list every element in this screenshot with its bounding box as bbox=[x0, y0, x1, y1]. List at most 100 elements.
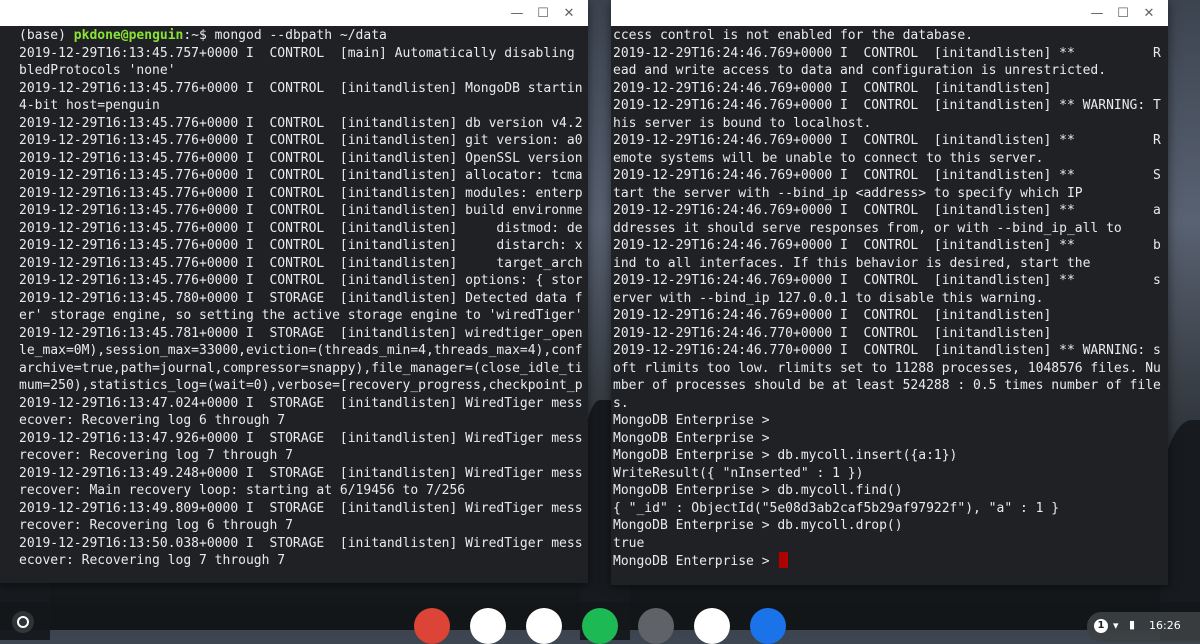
shell-prompt-line: MongoDB Enterprise > db.mycoll.find() bbox=[613, 482, 1168, 500]
terminal-window-left[interactable]: — ☐ ✕ (base) pkdone@penguin:~$ mongod --… bbox=[0, 0, 588, 583]
close-icon[interactable]: ✕ bbox=[556, 0, 582, 26]
line-text: s. bbox=[613, 395, 629, 411]
shell-prompt-line: MongoDB Enterprise > db.mycoll.drop() bbox=[613, 517, 1168, 535]
log-line: recover: Recovering log 6 through 7 bbox=[19, 518, 293, 533]
line-text: 2019-12-29T16:24:46.770+0000 I CONTROL [… bbox=[613, 325, 1052, 341]
log-line: 2019-12-29T16:13:45.776+0000 I CONTROL [… bbox=[19, 203, 583, 218]
terminal-output[interactable]: (base) pkdone@penguin:~$ mongod --dbpath… bbox=[0, 26, 588, 583]
line-text: MongoDB Enterprise > bbox=[613, 554, 778, 569]
log-line: 2019-12-29T16:13:50.038+0000 I STORAGE [… bbox=[19, 535, 583, 551]
log-line: { "_id" : ObjectId("5e08d3ab2caf5b29af97… bbox=[613, 500, 1168, 518]
log-line: 2019-12-29T16:24:46.769+0000 I CONTROL [… bbox=[613, 45, 1168, 63]
window-titlebar[interactable]: — ☐ ✕ bbox=[611, 0, 1168, 26]
log-line: mber of processes should be at least 524… bbox=[613, 377, 1168, 395]
log-line: 2019-12-29T16:24:46.770+0000 I CONTROL [… bbox=[613, 325, 1168, 343]
log-line: erver with --bind_ip 127.0.0.1 to disabl… bbox=[613, 290, 1168, 308]
close-icon[interactable]: ✕ bbox=[1136, 0, 1162, 26]
line-text: MongoDB Enterprise > bbox=[613, 430, 770, 446]
log-line: 2019-12-29T16:24:46.770+0000 I CONTROL [… bbox=[613, 342, 1168, 360]
keep-icon[interactable] bbox=[694, 608, 730, 644]
line-text: true bbox=[613, 535, 645, 551]
terminal-output[interactable]: ccess control is not enabled for the dat… bbox=[611, 26, 1168, 585]
log-line: 2019-12-29T16:13:45.757+0000 I CONTROL [… bbox=[19, 45, 575, 61]
prompt-user: pkdone@penguin bbox=[73, 28, 184, 43]
line-text: erver with --bind_ip 127.0.0.1 to disabl… bbox=[613, 290, 1044, 306]
shell-prompt-line: MongoDB Enterprise > bbox=[613, 412, 1168, 430]
log-line: 2019-12-29T16:13:45.776+0000 I CONTROL [… bbox=[19, 255, 583, 271]
log-line: oft rlimits too low. rlimits set to 1128… bbox=[613, 360, 1168, 378]
line-text: tart the server with --bind_ip <address>… bbox=[613, 185, 1083, 201]
line-text: 2019-12-29T16:24:46.769+0000 I CONTROL [… bbox=[613, 203, 1161, 218]
log-line: 2019-12-29T16:24:46.769+0000 I CONTROL [… bbox=[613, 167, 1168, 185]
log-line: 2019-12-29T16:24:46.769+0000 I CONTROL [… bbox=[613, 97, 1168, 115]
chrome-icon[interactable] bbox=[414, 608, 450, 644]
log-line: 2019-12-29T16:13:45.776+0000 I CONTROL [… bbox=[19, 133, 583, 148]
log-line: 2019-12-29T16:13:45.776+0000 I CONTROL [… bbox=[19, 168, 583, 183]
log-line: 2019-12-29T16:13:45.776+0000 I CONTROL [… bbox=[19, 185, 583, 201]
terminal-icon[interactable] bbox=[638, 608, 674, 644]
line-text: mber of processes should be at least 524… bbox=[613, 378, 1161, 393]
log-line: 4-bit host=penguin bbox=[19, 98, 160, 113]
log-line: 2019-12-29T16:24:46.769+0000 I CONTROL [… bbox=[613, 307, 1168, 325]
line-text: WriteResult({ "nInserted" : 1 }) bbox=[613, 465, 864, 481]
log-line: his server is bound to localhost. bbox=[613, 115, 1168, 133]
minimize-icon[interactable]: — bbox=[504, 0, 530, 26]
play-store-icon[interactable] bbox=[526, 608, 562, 644]
line-text: 2019-12-29T16:24:46.769+0000 I CONTROL [… bbox=[613, 168, 1161, 183]
log-line: ead and write access to data and configu… bbox=[613, 62, 1168, 80]
log-line: 2019-12-29T16:24:46.769+0000 I CONTROL [… bbox=[613, 272, 1168, 290]
log-line: 2019-12-29T16:13:45.780+0000 I STORAGE [… bbox=[19, 290, 583, 306]
log-line: 2019-12-29T16:13:47.926+0000 I STORAGE [… bbox=[19, 430, 583, 446]
maximize-icon[interactable]: ☐ bbox=[530, 0, 556, 26]
gmail-icon[interactable] bbox=[470, 608, 506, 644]
prompt-line: (base) pkdone@penguin:~$ mongod --dbpath… bbox=[19, 27, 588, 45]
log-line: bledProtocols 'none' bbox=[19, 63, 176, 78]
line-text: ccess control is not enabled for the dat… bbox=[613, 28, 974, 43]
line-text: ead and write access to data and configu… bbox=[613, 63, 1107, 78]
log-line: 2019-12-29T16:13:45.776+0000 I CONTROL [… bbox=[19, 238, 583, 253]
launcher-circle-icon bbox=[17, 616, 29, 628]
log-line: recover: Recovering log 7 through 7 bbox=[19, 448, 293, 463]
line-text: MongoDB Enterprise > db.mycoll.find() bbox=[613, 483, 903, 498]
line-text: 2019-12-29T16:24:46.769+0000 I CONTROL [… bbox=[613, 98, 1161, 113]
prompt-command: :~$ mongod --dbpath ~/data bbox=[183, 28, 387, 43]
log-line: tart the server with --bind_ip <address>… bbox=[613, 185, 1168, 203]
log-line: WriteResult({ "nInserted" : 1 }) bbox=[613, 465, 1168, 483]
line-text: 2019-12-29T16:24:46.770+0000 I CONTROL [… bbox=[613, 343, 1161, 358]
prompt-prefix: (base) bbox=[19, 28, 74, 43]
log-line: le_max=0M),session_max=33000,eviction=(t… bbox=[19, 343, 583, 358]
log-line: emote systems will be unable to connect … bbox=[613, 150, 1168, 168]
line-text: ddresses it should serve responses from,… bbox=[613, 220, 1122, 236]
log-line: 2019-12-29T16:13:45.781+0000 I STORAGE [… bbox=[19, 325, 583, 341]
terminal-window-right[interactable]: — ☐ ✕ ccess control is not enabled for t… bbox=[611, 0, 1168, 585]
log-line: archive=true,path=journal,compressor=sna… bbox=[19, 360, 583, 376]
line-text: 2019-12-29T16:24:46.769+0000 I CONTROL [… bbox=[613, 308, 1052, 323]
log-line: 2019-12-29T16:13:49.809+0000 I STORAGE [… bbox=[19, 500, 583, 516]
log-line: ecover: Recovering log 7 through 7 bbox=[19, 553, 286, 568]
log-line: 2019-12-29T16:13:45.776+0000 I CONTROL [… bbox=[19, 273, 583, 288]
line-text: 2019-12-29T16:24:46.769+0000 I CONTROL [… bbox=[613, 133, 1161, 148]
log-line: s. bbox=[613, 395, 1168, 413]
log-line: 2019-12-29T16:24:46.769+0000 I CONTROL [… bbox=[613, 202, 1168, 220]
log-line: 2019-12-29T16:13:45.776+0000 I CONTROL [… bbox=[19, 115, 583, 131]
log-line: 2019-12-29T16:24:46.769+0000 I CONTROL [… bbox=[613, 132, 1168, 150]
log-line: ddresses it should serve responses from,… bbox=[613, 220, 1168, 238]
log-line: recover: Main recovery loop: starting at… bbox=[19, 483, 466, 498]
text-cursor bbox=[779, 552, 789, 568]
line-text: oft rlimits too low. rlimits set to 1128… bbox=[613, 360, 1161, 376]
status-tray[interactable]: 1 ▾ ▮ 16:26 bbox=[1087, 612, 1200, 642]
spotify-icon[interactable] bbox=[582, 608, 618, 644]
line-text: ind to all interfaces. If this behavior … bbox=[613, 255, 1091, 271]
log-line: 2019-12-29T16:13:47.024+0000 I STORAGE [… bbox=[19, 395, 583, 411]
notification-count: 1 bbox=[1094, 619, 1108, 633]
line-text: MongoDB Enterprise > db.mycoll.drop() bbox=[613, 518, 903, 533]
window-titlebar[interactable]: — ☐ ✕ bbox=[0, 0, 588, 26]
maximize-icon[interactable]: ☐ bbox=[1110, 0, 1136, 26]
shell-prompt-line: MongoDB Enterprise > db.mycoll.insert({a… bbox=[613, 447, 1168, 465]
log-line: 2019-12-29T16:13:45.776+0000 I CONTROL [… bbox=[19, 220, 583, 236]
line-text: 2019-12-29T16:24:46.769+0000 I CONTROL [… bbox=[613, 80, 1052, 96]
files-icon[interactable] bbox=[750, 608, 786, 644]
minimize-icon[interactable]: — bbox=[1084, 0, 1110, 26]
log-line: ccess control is not enabled for the dat… bbox=[613, 27, 1168, 45]
shell-prompt-line: MongoDB Enterprise > bbox=[613, 430, 1168, 448]
